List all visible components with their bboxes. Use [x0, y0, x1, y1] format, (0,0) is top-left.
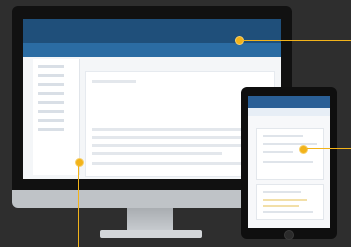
card-line [263, 211, 313, 213]
content-row [92, 80, 136, 83]
sidebar-item[interactable] [38, 110, 64, 113]
card-line [263, 135, 303, 137]
content-row [92, 152, 222, 155]
monitor-stand-base [100, 230, 202, 238]
highlight-line [263, 205, 299, 207]
tablet-card [256, 128, 324, 180]
tablet-card [256, 184, 324, 220]
app-nav [119, 25, 155, 30]
callout-line [243, 40, 351, 41]
callout-dot-icon[interactable] [299, 145, 308, 154]
sidebar-item[interactable] [38, 74, 64, 77]
app-subheader [23, 43, 281, 57]
sidebar-item[interactable] [38, 92, 64, 95]
sidebar-item[interactable] [38, 128, 64, 131]
tab-bar [48, 62, 98, 67]
content-row [92, 144, 260, 147]
callout-dot-icon[interactable] [75, 158, 84, 167]
callout-line [78, 166, 79, 247]
card-line [263, 151, 293, 153]
sidebar-item[interactable] [38, 83, 64, 86]
tablet-app-subheader [248, 108, 330, 116]
content-row [92, 162, 252, 165]
callout-line [307, 148, 351, 149]
card-line [263, 161, 313, 163]
content-row [92, 136, 242, 139]
sidebar-item[interactable] [38, 101, 64, 104]
tablet-home-button[interactable] [284, 230, 294, 240]
tablet-screen [248, 96, 330, 228]
tablet-app-header [248, 96, 330, 108]
card-line [263, 191, 301, 193]
card-line [263, 143, 317, 145]
highlight-line [263, 199, 307, 201]
sidebar [33, 59, 80, 175]
sidebar-item[interactable] [38, 119, 64, 122]
monitor-stand [127, 208, 173, 232]
